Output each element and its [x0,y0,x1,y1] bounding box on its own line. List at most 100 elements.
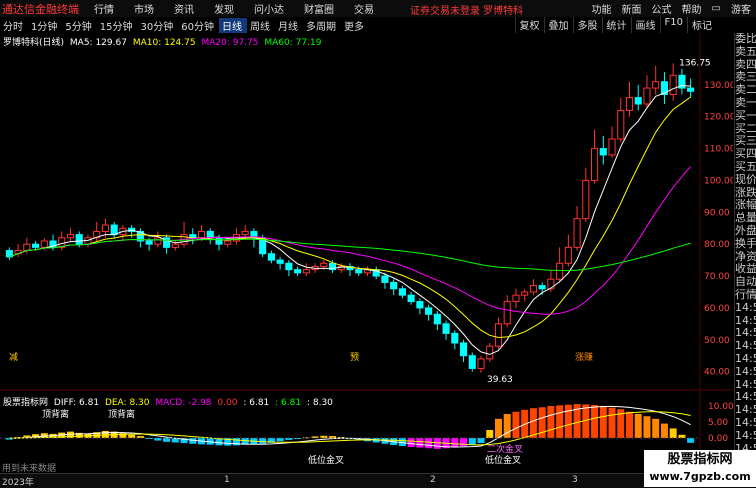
candle-body [425,307,433,315]
candle-body [512,294,520,303]
menu-function[interactable]: 功能 [587,1,617,16]
gold-cross-label-1: 低位金叉 [308,454,344,466]
macd-bar [564,404,572,438]
macd-bar [451,438,459,448]
candle-body [556,262,564,280]
app-logo: 通达信金融终端 [2,2,79,16]
period-30min[interactable]: 30分钟 [137,18,178,33]
macd-bar [687,438,695,443]
period-monthly[interactable]: 月线 [275,18,303,33]
period-60min[interactable]: 60分钟 [178,18,219,33]
divergence-label-2: 顶背离 [108,408,135,420]
side-item: 14:5 [735,351,756,365]
tool-stats[interactable]: 统计 [601,17,631,33]
candle-body [390,281,398,290]
period-1min[interactable]: 1分钟 [28,18,62,33]
guest-label[interactable]: 游客 [726,1,756,16]
val-3: : 6.81 [275,398,302,408]
macd-bar [547,406,555,438]
candle-body [486,345,494,360]
candle-body [110,224,118,236]
high-price-label: 136.75 [679,58,711,68]
macd-bar [460,438,468,447]
candle-body [215,237,223,245]
menu-new[interactable]: 新面 [617,1,647,16]
price-tick: 80.00 [704,240,730,250]
second-cross-label: 二次金叉 [487,443,523,455]
macd-bar [259,438,267,444]
watermark-title: 股票指标网 [667,452,733,467]
tool-mark[interactable]: 标记 [687,17,716,33]
macd-bar [608,407,616,438]
period-more[interactable]: 更多 [341,18,369,33]
candle-body [687,87,695,92]
menu-formula[interactable]: 公式 [647,1,677,16]
val-2: : 6.81 [243,398,270,408]
ma60-value: MA60: 77.19 [264,38,322,48]
gold-cross-label-2: 低位金叉 [485,454,521,466]
mark-right: 涨赚 [575,351,593,363]
side-item: 14:5 [735,300,756,314]
val-1: 0.00 [217,398,238,408]
menu-wealth[interactable]: 财富圈 [295,1,343,16]
price-tick: 70.00 [704,272,730,282]
candle-body [224,240,232,245]
side-item: 换手 [735,236,756,250]
period-5min[interactable]: 5分钟 [62,18,96,33]
tool-adjust[interactable]: 复权 [514,17,544,33]
macd-bar [433,438,441,449]
macd-bar [634,414,642,438]
title-bar: 通达信金融终端 行情 市场 资讯 发现 问小达 财富圈 交易 证券交易未登录 罗… [0,0,756,18]
period-multi[interactable]: 多周期 [303,18,341,33]
side-item: 14:5 [735,364,756,378]
candle-body [547,278,555,290]
macd-bar [591,405,599,438]
candle-body [582,179,590,220]
indicator-name[interactable]: 股票指标网 [3,398,48,408]
login-notice[interactable]: 证券交易未登录 罗博特科 [410,2,523,17]
macd-bar [643,416,651,438]
side-item: 委比 [735,33,756,45]
tool-overlay[interactable]: 叠加 [543,17,573,33]
candle-body [416,301,424,309]
candle-body [529,285,537,293]
side-item: 14:5 [735,403,756,417]
side-item: 14:5 [735,428,756,442]
macd-bar [468,438,476,446]
menu-quotes[interactable]: 行情 [85,1,123,16]
right-toolbar: 复权 叠加 多股 统计 画线 F10 标记 [514,17,716,33]
price-tick: 120.00 [704,113,733,123]
candle-body [442,323,450,334]
menu-trade[interactable]: 交易 [345,1,383,16]
side-panel: 委比 卖五 卖四 卖三 卖二 卖一 买一 买二 买三 买四 买五 现价 涨跌 涨幅 总量 外盘 换手 净资 收益 自动… [734,33,756,473]
menu-news[interactable]: 资讯 [165,1,203,16]
macd-value: MACD: -2.98 [155,398,212,408]
macd-bar [407,438,415,447]
month-2: 2 [430,475,436,485]
macd-tick: 0.00 [708,434,728,444]
minimize-icon[interactable]: ▭ [707,3,726,14]
tool-multi[interactable]: 多股 [572,17,602,33]
candle-body [66,234,75,239]
diff-value: DIFF: 6.81 [53,398,100,408]
macd-bar [652,418,660,438]
candle-body [564,246,572,264]
macd-bar [486,430,494,438]
macd-bar [477,438,485,444]
period-weekly[interactable]: 周线 [247,18,275,33]
candle-body [643,87,651,105]
candle-body [669,74,677,95]
menu-ask[interactable]: 问小达 [245,1,293,16]
menu-help[interactable]: 帮助 [677,1,707,16]
period-daily[interactable]: 日线 [218,17,247,33]
macd-bar [512,411,520,438]
tool-f10[interactable]: F10 [659,17,687,33]
menu-discover[interactable]: 发现 [205,1,243,16]
stock-name[interactable]: 罗博特科(日线) [3,38,64,48]
candle-body [599,148,607,156]
tool-draw[interactable]: 画线 [630,17,660,33]
period-15min[interactable]: 15分钟 [97,18,138,33]
menu-market[interactable]: 市场 [125,1,163,16]
candle-body [267,253,275,261]
period-timeshare[interactable]: 分时 [0,18,28,33]
